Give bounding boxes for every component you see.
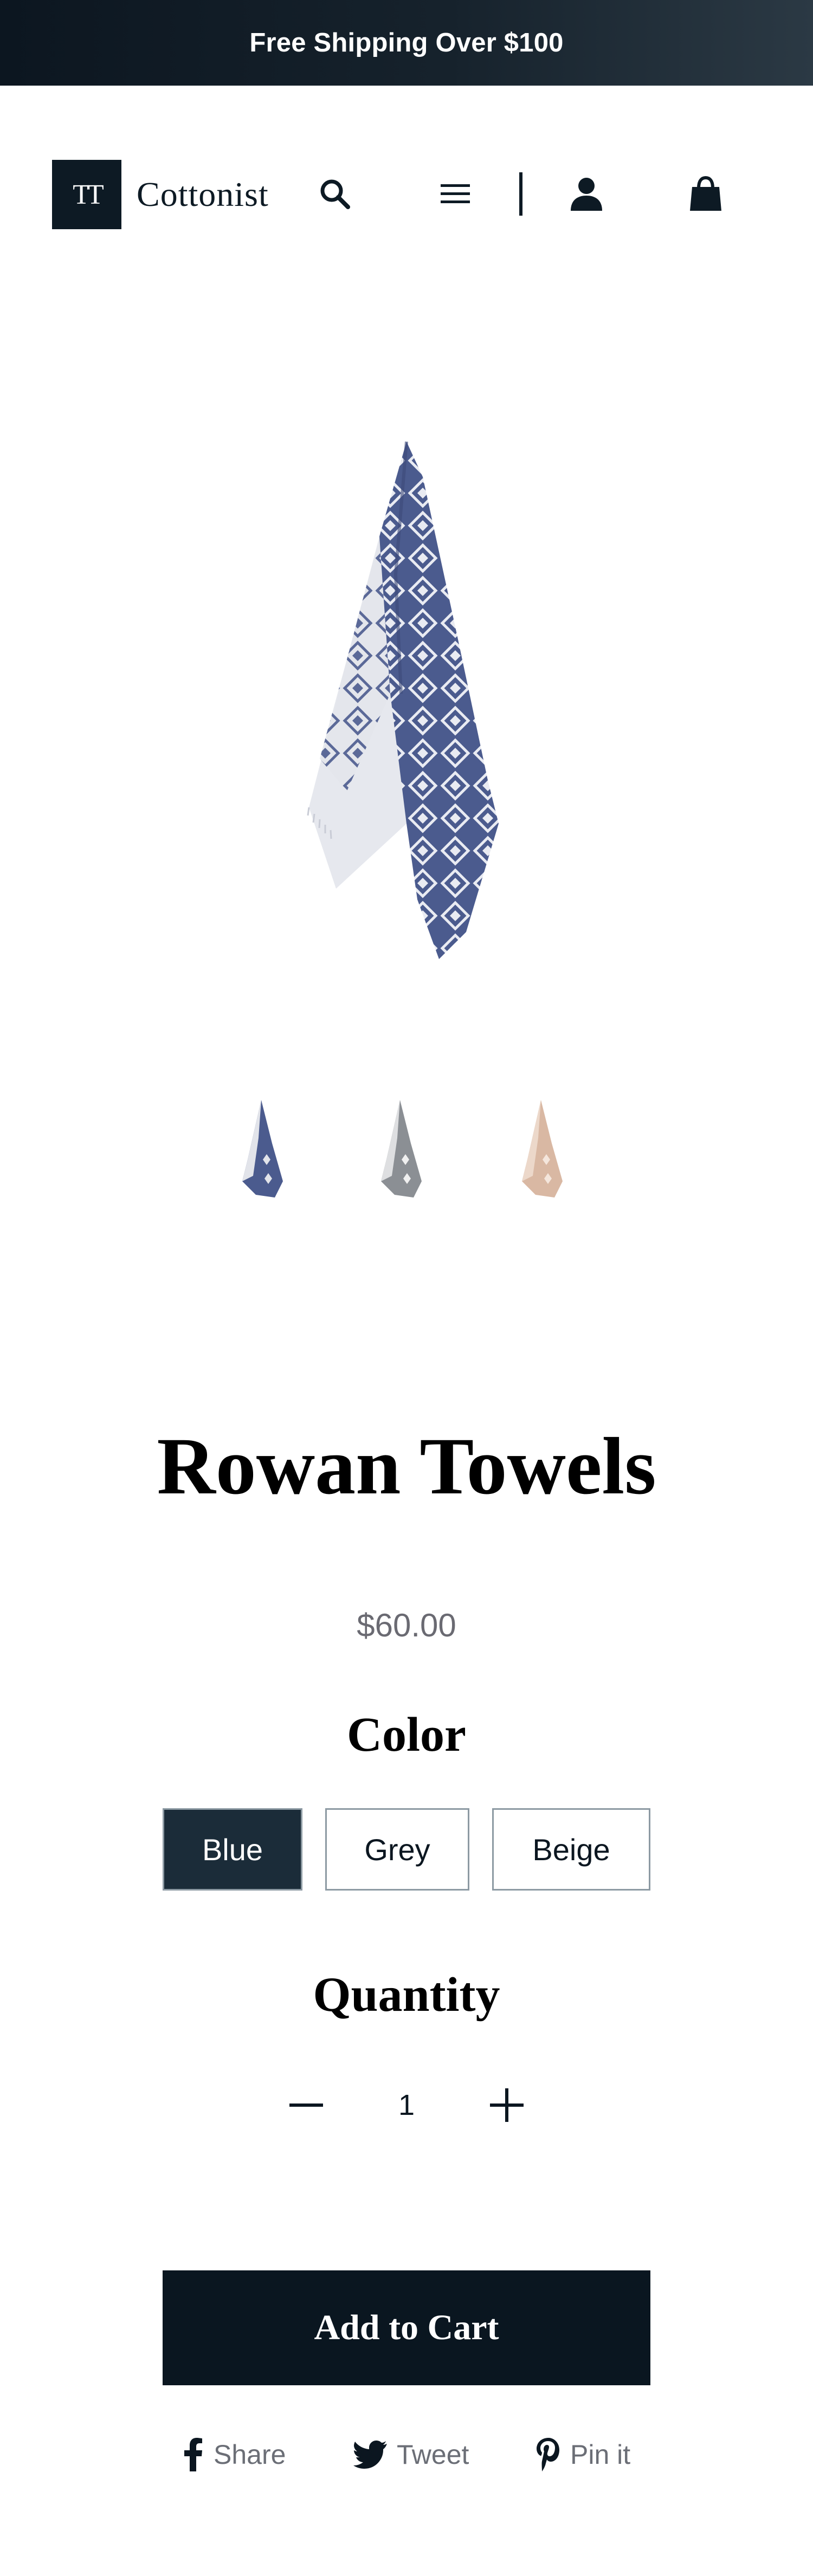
add-to-cart-button[interactable]: Add to Cart: [163, 2270, 650, 2385]
product-main-image[interactable]: [244, 412, 569, 1008]
share-links: Share Tweet Pin it: [0, 2430, 813, 2479]
thumbnail-strip: [0, 1089, 813, 1208]
quantity-value[interactable]: 1: [371, 2070, 442, 2140]
share-twitter-link[interactable]: Tweet: [353, 2430, 469, 2479]
logo-text: Cottonist: [137, 175, 269, 213]
facebook-icon: [184, 2438, 202, 2471]
color-label: Color: [347, 1708, 466, 1762]
thumbnail-grey[interactable]: [351, 1089, 449, 1208]
towel-image: [307, 441, 499, 959]
thumbnail-blue[interactable]: [212, 1089, 310, 1208]
minus-icon: [289, 2103, 323, 2107]
twitter-icon: [353, 2441, 387, 2469]
thumbnail-towel-blue: [242, 1100, 283, 1198]
menu-icon[interactable]: [434, 172, 477, 216]
quantity-increase-button[interactable]: [472, 2070, 542, 2140]
share-facebook-link[interactable]: Share: [182, 2430, 286, 2479]
announcement-bar: Free Shipping Over $100: [0, 0, 813, 86]
product-title: Rowan Towels: [157, 1421, 656, 1511]
product-price: $60.00: [357, 1607, 456, 1643]
color-option-blue[interactable]: Blue: [163, 1808, 302, 1891]
thumbnail-beige[interactable]: [492, 1089, 590, 1208]
plus-icon: [490, 2088, 524, 2122]
thumbnail-towel-beige: [522, 1100, 563, 1198]
site-header: TT Cottonist: [0, 86, 813, 302]
search-icon[interactable]: [313, 172, 357, 216]
share-pinterest-label: Pin it: [570, 2439, 631, 2470]
share-facebook-label: Share: [214, 2439, 286, 2470]
cart-icon[interactable]: [683, 171, 728, 217]
quantity-stepper: 1: [271, 2070, 542, 2140]
quantity-decrease-button[interactable]: [271, 2070, 341, 2140]
thumbnail-towel-grey: [381, 1100, 422, 1198]
share-twitter-label: Tweet: [397, 2439, 469, 2470]
share-pinterest-link[interactable]: Pin it: [535, 2430, 630, 2479]
color-option-grey[interactable]: Grey: [325, 1808, 469, 1891]
color-selector: Blue Grey Beige: [163, 1808, 650, 1891]
quantity-label: Quantity: [313, 1968, 500, 2022]
announcement-text: Free Shipping Over $100: [249, 28, 564, 57]
site-logo[interactable]: TT Cottonist: [52, 160, 269, 229]
pinterest-icon: [537, 2438, 559, 2471]
account-icon[interactable]: [564, 171, 609, 217]
color-option-beige[interactable]: Beige: [492, 1808, 650, 1891]
logo-mark: TT: [52, 160, 121, 229]
header-divider: [519, 172, 522, 216]
